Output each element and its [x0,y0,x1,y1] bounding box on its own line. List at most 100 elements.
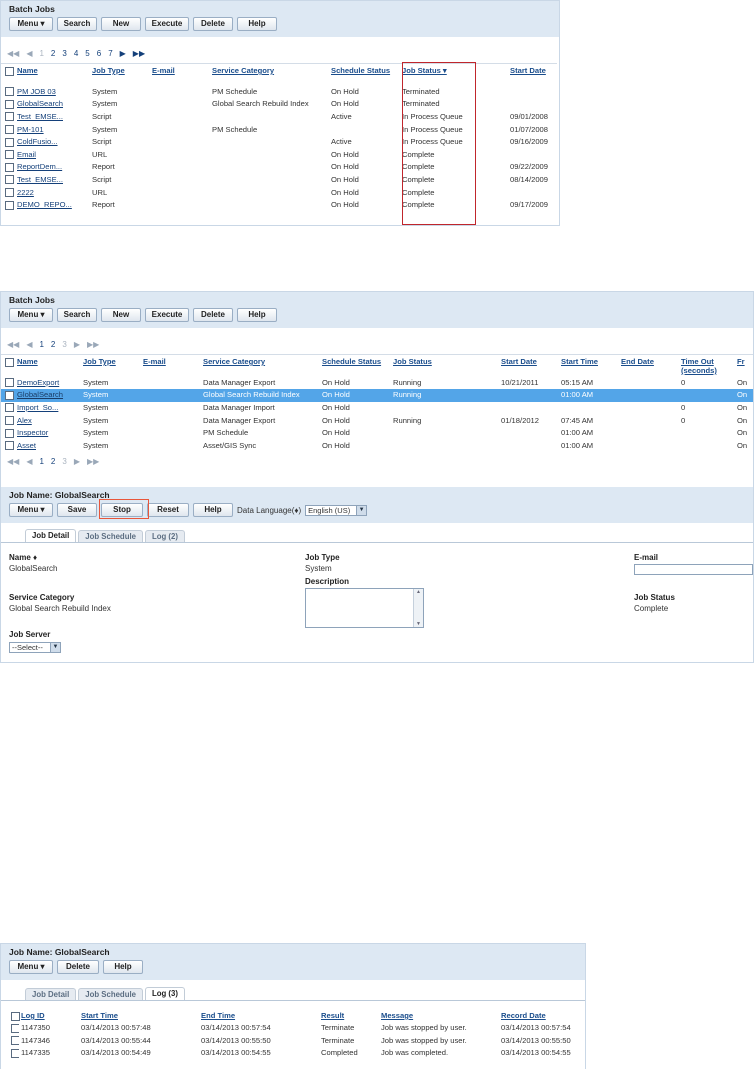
column-header-email[interactable]: E-mail [141,355,201,377]
column-header-job-type[interactable]: Job Type [81,355,141,377]
select-all-checkbox[interactable] [11,1011,20,1021]
help-button[interactable]: Help [193,503,233,517]
description-textarea[interactable]: ▲ ▼ [305,588,424,628]
table-row[interactable]: GlobalSearch System Global Search Rebuild … [1,389,753,402]
table-row[interactable]: Asset System Asset/GIS Sync On Hold 01:00 AM… [1,439,753,452]
tab-job-detail[interactable]: Job Detail [25,988,77,1000]
page-link[interactable]: 3 [62,49,66,58]
row-checkbox[interactable] [11,1023,19,1033]
prev-page-icon[interactable]: ◀ [26,457,32,466]
table-row[interactable]: Import_So... System Data Manager Import On … [1,402,753,415]
first-page-icon[interactable]: ◀◀ [7,49,19,58]
page-link[interactable]: 3 [62,340,66,349]
job-name-link[interactable]: 2222 [15,186,90,199]
menu-button[interactable]: Menu ▾ [9,308,53,322]
last-page-icon[interactable]: ▶▶ [87,340,99,349]
job-name-link[interactable]: Test_EMSE... [15,111,90,124]
job-server-select[interactable]: --Select-- ▼ [9,642,61,653]
row-checkbox[interactable] [11,1036,19,1046]
column-header-service-category[interactable]: Service Category [210,64,329,86]
job-name-link[interactable]: Email [15,148,90,161]
column-header-start-time[interactable]: Start Time [79,1009,199,1022]
select-all-checkbox[interactable] [5,66,14,76]
page-link[interactable]: 6 [97,49,101,58]
job-name-link[interactable]: ReportDem... [15,161,90,174]
page-link[interactable]: 2 [51,49,55,58]
first-page-icon[interactable]: ◀◀ [7,340,19,349]
table-row[interactable]: Alex System Data Manager Export On Hold Runn… [1,414,753,427]
page-link[interactable]: 1 [39,340,43,349]
help-button[interactable]: Help [103,960,143,974]
tab-job-detail[interactable]: Job Detail [25,529,77,542]
tab-log[interactable]: Log (2) [144,530,185,542]
search-button[interactable]: Search [57,17,97,31]
prev-page-icon[interactable]: ◀ [26,49,32,58]
new-button[interactable]: New [101,308,141,322]
column-header-end-date[interactable]: End Date [619,355,679,377]
data-language-select[interactable]: English (US) ▼ [305,504,368,516]
table-row[interactable]: DemoExport System Data Manager Export On Ho… [1,377,753,390]
job-name-link[interactable]: Import_So... [15,402,81,415]
row-checkbox[interactable] [5,162,14,172]
prev-page-icon[interactable]: ◀ [26,340,32,349]
column-header-schedule-status[interactable]: Schedule Status [329,64,400,86]
column-header-message[interactable]: Message [379,1009,499,1022]
job-name-link[interactable]: Asset [15,439,81,452]
page-link[interactable]: 5 [85,49,89,58]
scroll-up-icon[interactable]: ▲ [414,589,423,595]
row-checkbox[interactable] [5,390,14,400]
page-link[interactable]: 3 [62,457,66,466]
job-name-link[interactable]: Inspector [15,427,81,440]
row-checkbox[interactable] [5,441,14,451]
column-header-result[interactable]: Result [319,1009,379,1022]
column-header-end-time[interactable]: End Time [199,1009,319,1022]
job-name-link[interactable]: DEMO_REPO... [15,199,90,212]
column-header-start-date[interactable]: Start Date [508,64,557,86]
scroll-down-icon[interactable]: ▼ [414,621,423,627]
help-button[interactable]: Help [237,308,277,322]
row-checkbox[interactable] [5,150,14,160]
table-row[interactable]: 1147346 03/14/2013 00:55:44 03/14/2013 00:… [1,1035,585,1048]
execute-button[interactable]: Execute [145,17,189,31]
select-all-checkbox[interactable] [5,357,14,367]
job-name-link[interactable]: ColdFusio... [15,136,90,149]
menu-button[interactable]: Menu ▾ [9,503,53,517]
row-checkbox[interactable] [5,188,14,198]
menu-button[interactable]: Menu ▾ [9,960,53,974]
tab-job-schedule[interactable]: Job Schedule [78,988,143,1000]
next-page-icon[interactable]: ▶ [120,49,126,58]
column-header-schedule-status[interactable]: Schedule Status [320,355,391,377]
last-page-icon[interactable]: ▶▶ [87,457,99,466]
page-link[interactable]: 1 [39,49,43,58]
column-header-log-id[interactable]: Log ID [19,1009,79,1022]
row-checkbox[interactable] [5,137,14,147]
column-header-time-out[interactable]: Time Out (seconds) [679,355,735,377]
job-name-link[interactable]: PM JOB 03 [15,86,90,99]
column-header-name[interactable]: Name [15,355,81,377]
page-link[interactable]: 7 [108,49,112,58]
reset-button[interactable]: Reset [147,503,189,517]
textarea-scrollbar[interactable]: ▲ ▼ [413,589,423,627]
search-button[interactable]: Search [57,308,97,322]
help-button[interactable]: Help [237,17,277,31]
row-checkbox[interactable] [5,378,14,388]
table-row[interactable]: 1147335 03/14/2013 00:54:49 03/14/2013 00:… [1,1047,585,1060]
menu-button[interactable]: Menu ▾ [9,17,53,31]
first-page-icon[interactable]: ◀◀ [7,457,19,466]
job-name-link[interactable]: Test_EMSE... [15,174,90,187]
last-page-icon[interactable]: ▶▶ [133,49,145,58]
delete-button[interactable]: Delete [57,960,99,974]
row-checkbox[interactable] [5,112,14,122]
row-checkbox[interactable] [5,200,14,210]
row-checkbox[interactable] [5,175,14,185]
page-link[interactable]: 1 [39,457,43,466]
table-row[interactable]: Inspector System PM Schedule On Hold 01:00 A… [1,427,753,440]
next-page-icon[interactable]: ▶ [74,457,80,466]
row-checkbox[interactable] [11,1048,19,1058]
email-input[interactable] [634,564,753,575]
new-button[interactable]: New [101,17,141,31]
next-page-icon[interactable]: ▶ [74,340,80,349]
tab-log[interactable]: Log (3) [144,987,185,1000]
column-header-email[interactable]: E-mail [150,64,210,86]
column-header-job-type[interactable]: Job Type [90,64,150,86]
